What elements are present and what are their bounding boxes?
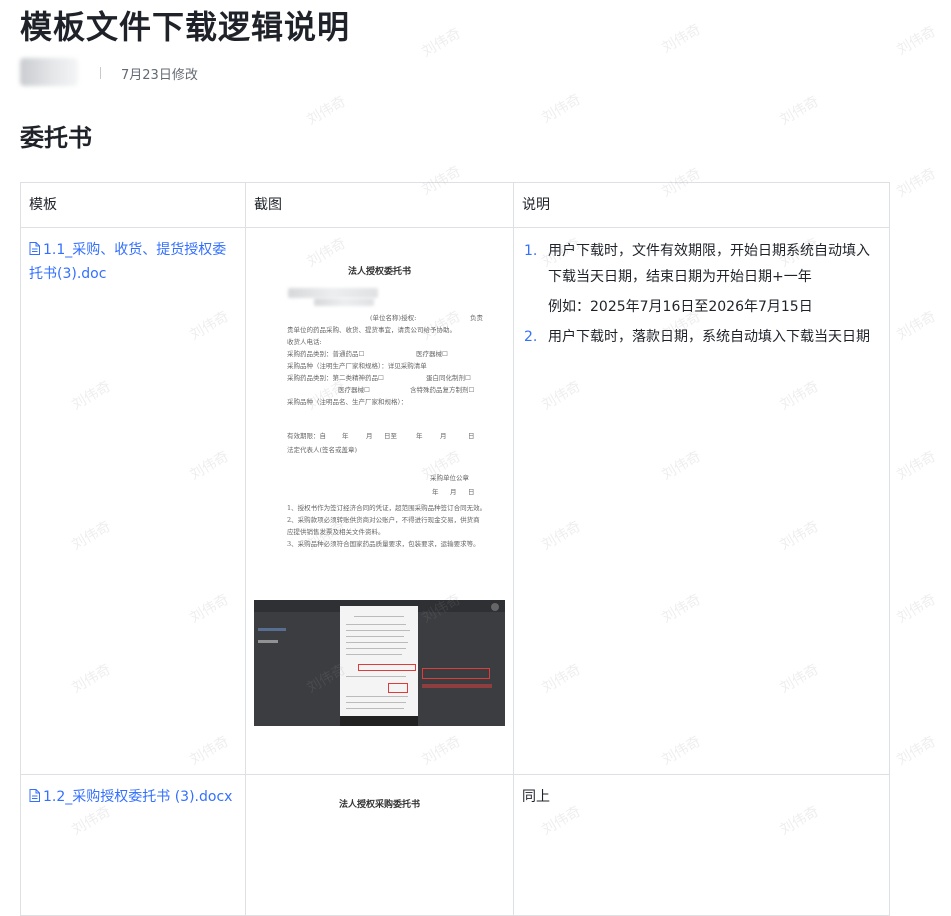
redacted-block [314, 298, 374, 306]
annotation-box [422, 668, 490, 679]
header-template: 模板 [20, 182, 246, 228]
watermark: 刘伟奇 [539, 91, 584, 127]
page-title: 模板文件下载逻辑说明 [20, 8, 351, 46]
list-text: 用户下载时，落款日期，系统自动填入下载当天日期 [548, 329, 870, 345]
preview-line: 日至 [384, 432, 397, 440]
template-cell: 1.2_采购授权委托书 (3).docx [20, 774, 246, 916]
header-screenshot: 截图 [245, 182, 514, 228]
doc-preview-image[interactable]: 法人授权采购委托书 [254, 785, 505, 845]
app-screenshot-image[interactable] [254, 600, 505, 726]
preview-line: 日 [468, 432, 475, 440]
template-cell: 1.1_采购、收货、提货授权委托书(3).doc [20, 227, 246, 775]
screenshot-line [346, 696, 408, 697]
watermark: 刘伟奇 [894, 591, 939, 627]
template-table: 模板 截图 说明 1.1_采购、收货、提货授权委托书(3).doc 法人授权委托… [20, 182, 890, 916]
highlight-box [358, 664, 416, 671]
template-file-link[interactable]: 1.1_采购、收货、提货授权委托书(3).doc [29, 242, 226, 282]
description-cell: 1. 用户下载时，文件有效期限，开始日期系统自动填入下载当天日期，结束日期为开始… [513, 227, 890, 775]
screenshot-line [346, 642, 408, 643]
list-number: 1. [524, 243, 538, 259]
doc-preview-image[interactable]: 法人授权委托书 (单位名称)授权: 负责 贵单位的药品采购、收货、提货事宜，请贵… [254, 244, 505, 548]
list-item: 1. 用户下载时，文件有效期限，开始日期系统自动填入下载当天日期，结束日期为开始… [522, 238, 881, 290]
redacted-block [288, 288, 378, 298]
watermark: 刘伟奇 [659, 21, 704, 57]
screenshot-line [346, 676, 406, 677]
doc-meta: 7月23日修改 [20, 58, 420, 88]
screenshot-line [346, 630, 410, 631]
file-name: 1.2_采购授权委托书 (3).docx [43, 789, 233, 805]
user-avatar[interactable] [20, 58, 78, 86]
screenshot-cell: 法人授权采购委托书 [245, 774, 514, 916]
preview-line: 月 [366, 432, 373, 440]
header-description: 说明 [513, 182, 890, 228]
screenshot-line [346, 654, 402, 655]
screenshot-line [354, 616, 404, 617]
notes-list: 2. 用户下载时，落款日期，系统自动填入下载当天日期 [522, 324, 881, 350]
screenshot-toolbar [340, 716, 418, 726]
notes-list: 1. 用户下载时，文件有效期限，开始日期系统自动填入下载当天日期，结束日期为开始… [522, 238, 881, 290]
watermark: 刘伟奇 [304, 93, 349, 129]
list-text: 用户下载时，文件有效期限，开始日期系统自动填入下载当天日期，结束日期为开始日期+… [548, 243, 870, 285]
file-doc-icon [29, 242, 40, 255]
meta-divider [100, 67, 101, 79]
watermark: 刘伟奇 [894, 448, 939, 484]
description-cell: 同上 [513, 774, 890, 916]
close-icon [491, 603, 499, 611]
watermark: 刘伟奇 [419, 25, 464, 61]
screenshot-line [346, 648, 406, 649]
screenshot-sidebar-text [258, 628, 286, 631]
section-heading: 委托书 [20, 124, 92, 152]
file-doc-icon [29, 789, 40, 802]
watermark: 刘伟奇 [894, 23, 939, 59]
preview-title: 法人授权采购委托书 [338, 800, 420, 810]
watermark: 刘伟奇 [777, 93, 822, 129]
preview-line: 负责 [470, 314, 483, 322]
preview-line: 含特殊药品复方制剂☐ [410, 386, 475, 394]
example-text: 例如：2025年7月16日至2026年7月15日 [548, 299, 813, 315]
modified-date: 7月23日修改 [121, 68, 198, 83]
preview-line: 法定代表人(签名或盖章) [287, 446, 358, 454]
preview-line: 年 [416, 432, 423, 440]
table-row: 1.1_采购、收货、提货授权委托书(3).doc 法人授权委托书 (单位名称)授… [20, 227, 890, 775]
table-row: 1.2_采购授权委托书 (3).docx 法人授权采购委托书 同上 [20, 774, 890, 916]
screenshot-line [346, 702, 406, 703]
screenshot-line [346, 624, 406, 625]
watermark: 刘伟奇 [894, 308, 939, 344]
file-name: 1.1_采购、收货、提货授权委托书(3).doc [29, 242, 227, 282]
watermark: 刘伟奇 [894, 165, 939, 201]
preview-line: 采购品种（注明品名、生产厂家和规格）： [287, 398, 408, 406]
screenshot-line [346, 708, 404, 709]
annotation-text [422, 684, 492, 688]
list-number: 2. [524, 329, 538, 345]
preview-title: 法人授权委托书 [347, 267, 411, 277]
preview-line: 月 [440, 432, 447, 440]
screenshot-document [340, 606, 418, 718]
screenshot-cell: 法人授权委托书 (单位名称)授权: 负责 贵单位的药品采购、收货、提货事宜，请贵… [245, 227, 514, 775]
screenshot-line [346, 636, 404, 637]
list-item: 2. 用户下载时，落款日期，系统自动填入下载当天日期 [522, 324, 881, 350]
template-file-link[interactable]: 1.2_采购授权委托书 (3).docx [29, 789, 232, 805]
preview-line: 3、采购品种必须符合国家药品质量要求，包装要求，运输要求等。 [287, 540, 480, 548]
watermark: 刘伟奇 [894, 733, 939, 769]
screenshot-sidebar-text [258, 640, 278, 643]
highlight-box [388, 683, 408, 693]
table-header-row: 模板 截图 说明 [20, 182, 890, 228]
